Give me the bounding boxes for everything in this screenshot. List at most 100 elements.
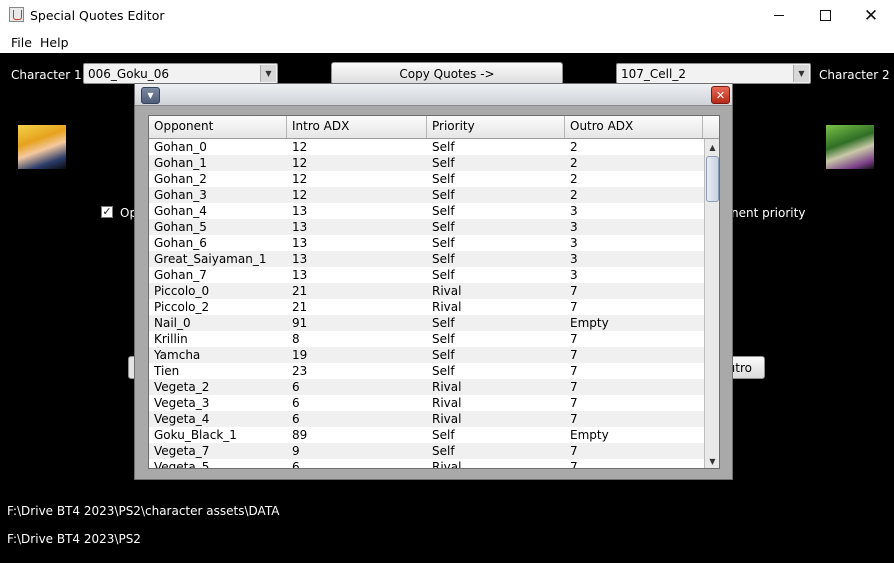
table-cell: Great_Saiyaman_1 (154, 252, 267, 266)
column-header-outro-adx[interactable]: Outro ADX (565, 116, 703, 138)
table-row[interactable]: Goku_Black_1 89 Self Empty (149, 427, 704, 443)
table-cell: 19 (292, 348, 308, 362)
dialog-menu-icon[interactable]: ▼ (141, 87, 160, 104)
table-cell: 2 (570, 156, 578, 170)
table-cell: Self (432, 252, 455, 266)
copy-quotes-button[interactable]: Copy Quotes -> (331, 62, 563, 85)
character2-value: 107_Cell_2 (621, 67, 686, 81)
table-row[interactable]: Piccolo_2 21 Rival 7 (149, 299, 704, 315)
table-cell: Vegeta_5 (154, 460, 210, 469)
table-cell: Piccolo_0 (154, 284, 210, 298)
character1-label: Character 1 (11, 68, 82, 82)
column-header-priority[interactable]: Priority (427, 116, 565, 138)
table-header: Opponent Intro ADX Priority Outro ADX (149, 116, 719, 139)
table-cell: Vegeta_7 (154, 444, 210, 458)
character2-portrait (826, 125, 874, 169)
table-cell: 3 (570, 268, 578, 282)
scroll-down-icon[interactable]: ▼ (706, 454, 719, 468)
table-cell: 3 (570, 204, 578, 218)
table-row[interactable]: Gohan_2 12 Self 2 (149, 171, 704, 187)
table-cell: Self (432, 204, 455, 218)
table-cell: Rival (432, 396, 462, 410)
table-cell: 12 (292, 140, 308, 154)
table-cell: 91 (292, 316, 308, 330)
table-cell: 21 (292, 284, 308, 298)
table-cell: Tien (154, 364, 180, 378)
scroll-up-icon[interactable]: ▲ (706, 140, 719, 154)
table-row[interactable]: Gohan_6 13 Self 3 (149, 235, 704, 251)
minimize-button[interactable] (756, 0, 802, 31)
table-row[interactable]: Gohan_5 13 Self 3 (149, 219, 704, 235)
character1-dropdown[interactable]: 006_Goku_06 ▼ (83, 63, 278, 84)
table-row[interactable]: Gohan_1 12 Self 2 (149, 155, 704, 171)
table-cell: 6 (292, 460, 300, 469)
table-row[interactable]: Nail_0 91 Self Empty (149, 315, 704, 331)
column-header-intro-adx[interactable]: Intro ADX (287, 116, 427, 138)
chevron-down-icon[interactable]: ▼ (260, 65, 276, 82)
table-row[interactable]: Gohan_0 12 Self 2 (149, 139, 704, 155)
table-cell: 13 (292, 252, 308, 266)
table-cell: Empty (570, 428, 609, 442)
table-cell: Self (432, 220, 455, 234)
table-cell: Vegeta_4 (154, 412, 210, 426)
table-row[interactable]: Vegeta_5 6 Rival 7 (149, 459, 704, 469)
title-bar: Special Quotes Editor ✕ (0, 0, 894, 31)
table-cell: Gohan_7 (154, 268, 207, 282)
maximize-button[interactable] (802, 0, 848, 31)
chevron-down-icon[interactable]: ▼ (793, 65, 809, 82)
table-row[interactable]: Gohan_3 12 Self 2 (149, 187, 704, 203)
table-cell: 7 (570, 444, 578, 458)
dialog-close-icon[interactable]: ✕ (711, 86, 730, 104)
option-checkbox[interactable]: ✓ (101, 206, 113, 218)
dialog-title-bar: ▼ ✕ (135, 84, 732, 106)
table-cell: Self (432, 348, 455, 362)
menu-help[interactable]: Help (40, 35, 69, 50)
table-row[interactable]: Gohan_7 13 Self 3 (149, 267, 704, 283)
minimize-icon (774, 15, 784, 16)
table-cell: 7 (570, 380, 578, 394)
table-row[interactable]: Great_Saiyaman_1 13 Self 3 (149, 251, 704, 267)
table-cell: 12 (292, 188, 308, 202)
column-header-opponent[interactable]: Opponent (149, 116, 287, 138)
table-cell: Rival (432, 460, 462, 469)
table-cell: Rival (432, 412, 462, 426)
menu-file[interactable]: File (11, 35, 32, 50)
table-row[interactable]: Vegeta_7 9 Self 7 (149, 443, 704, 459)
table-cell: Rival (432, 380, 462, 394)
table-row[interactable]: Yamcha 19 Self 7 (149, 347, 704, 363)
table-cell: 7 (570, 412, 578, 426)
table-cell: Self (432, 316, 455, 330)
table-cell: 2 (570, 140, 578, 154)
table-row[interactable]: Krillin 8 Self 7 (149, 331, 704, 347)
table-cell: Krillin (154, 332, 188, 346)
table-row[interactable]: Vegeta_2 6 Rival 7 (149, 379, 704, 395)
table-row[interactable]: Gohan_4 13 Self 3 (149, 203, 704, 219)
table-cell: 6 (292, 412, 300, 426)
character2-dropdown[interactable]: 107_Cell_2 ▼ (616, 63, 811, 84)
table-cell: Gohan_3 (154, 188, 207, 202)
table-cell: 7 (570, 284, 578, 298)
scroll-thumb[interactable] (706, 156, 719, 202)
vertical-scrollbar[interactable]: ▲ ▼ (704, 139, 719, 468)
table-cell: 7 (570, 348, 578, 362)
quotes-table: Opponent Intro ADX Priority Outro ADX Go… (148, 115, 720, 469)
maximize-icon (819, 10, 831, 21)
character1-value: 006_Goku_06 (88, 67, 169, 81)
table-cell: Gohan_4 (154, 204, 207, 218)
table-cell: Self (432, 444, 455, 458)
table-cell: 7 (570, 396, 578, 410)
table-row[interactable]: Tien 23 Self 7 (149, 363, 704, 379)
table-cell: 6 (292, 396, 300, 410)
menu-bar: File Help (0, 31, 894, 53)
table-cell: Self (432, 428, 455, 442)
table-cell: 13 (292, 236, 308, 250)
table-row[interactable]: Piccolo_0 21 Rival 7 (149, 283, 704, 299)
table-row[interactable]: Vegeta_4 6 Rival 7 (149, 411, 704, 427)
close-button[interactable]: ✕ (848, 0, 894, 31)
table-cell: 7 (570, 460, 578, 469)
table-cell: 2 (570, 188, 578, 202)
table-row[interactable]: Vegeta_3 6 Rival 7 (149, 395, 704, 411)
table-cell: 7 (570, 332, 578, 346)
data-path-text: F:\Drive BT4 2023\PS2\character assets\D… (7, 504, 280, 518)
table-cell: Gohan_0 (154, 140, 207, 154)
